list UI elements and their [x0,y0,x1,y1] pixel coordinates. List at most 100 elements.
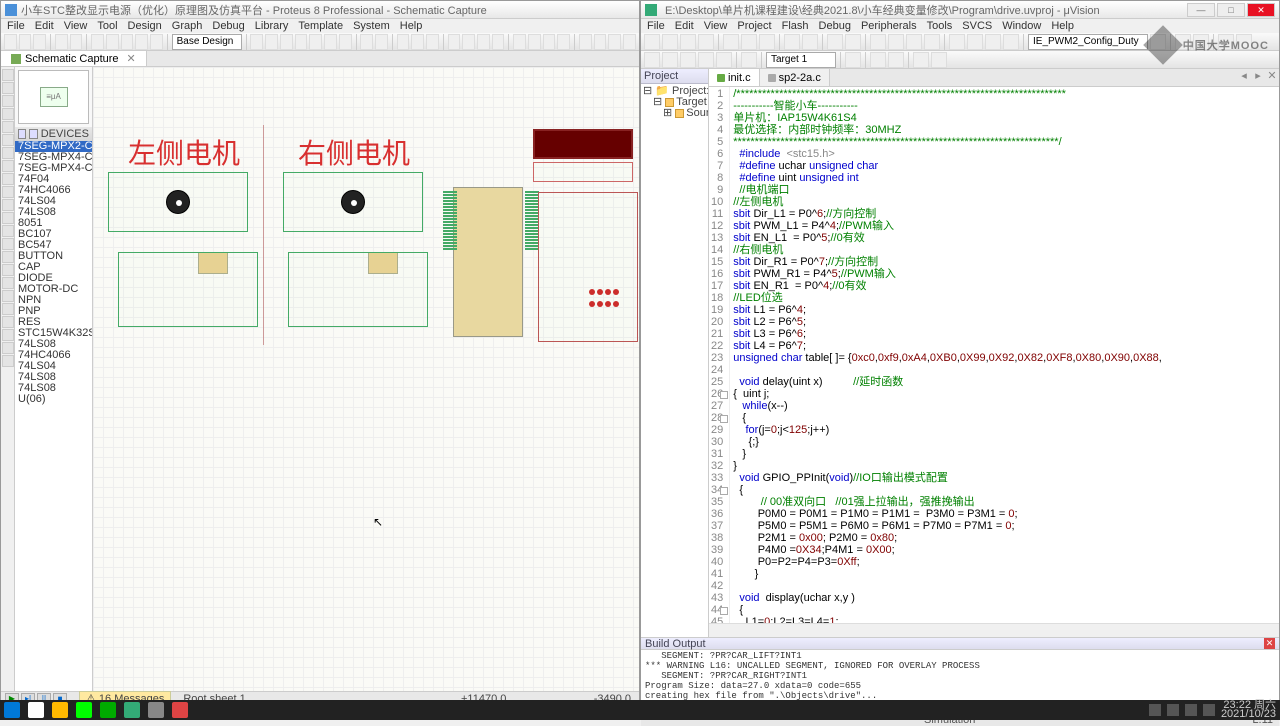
menu-graph[interactable]: Graph [172,20,203,32]
keil-toolbar-1[interactable]: IE_PWM2_Config_Duty [641,33,1279,51]
library-icon[interactable] [29,129,37,139]
cut-icon[interactable] [397,34,410,50]
tray-chevron-icon[interactable] [1149,704,1161,716]
indent-icon[interactable] [949,34,965,50]
tray-volume-icon[interactable] [1167,704,1179,716]
maximize-button[interactable]: □ [1217,3,1245,17]
terminal-mode-icon[interactable] [2,160,14,172]
left-motor-schematic[interactable] [108,172,248,232]
package-icon[interactable] [543,34,556,50]
build-icon[interactable] [644,52,660,68]
bookmark-next-icon[interactable] [906,34,922,50]
open-icon[interactable] [19,34,32,50]
grid-icon[interactable] [250,34,263,50]
manage-icon[interactable] [870,52,886,68]
menu-project[interactable]: Project [737,20,771,32]
cut-icon[interactable] [723,34,739,50]
bookmark-icon[interactable] [870,34,886,50]
menu-edit[interactable]: Edit [675,20,694,32]
menu-debug[interactable]: Debug [819,20,851,32]
graph-mode-icon[interactable] [2,186,14,198]
save-icon[interactable] [33,34,46,50]
tab-scroll-right-icon[interactable]: ▸ [1251,69,1265,86]
redo-icon[interactable] [802,34,818,50]
target-dropdown[interactable]: Target 1 [766,52,836,68]
pin-mode-icon[interactable] [2,173,14,185]
zoom-out-icon[interactable] [309,34,322,50]
uncomment-icon[interactable] [1003,34,1019,50]
decompose-icon[interactable] [557,34,570,50]
devices-list[interactable]: 7SEG-MPX2-CA7SEG-MPX4-CA7SEG-MPX4-CA74F0… [15,141,92,691]
erc-icon[interactable] [594,34,607,50]
paste-icon[interactable] [759,34,775,50]
stop-build-icon[interactable] [716,52,732,68]
nav-fwd-icon[interactable] [845,34,861,50]
menu-file[interactable]: File [7,20,25,32]
wechat-icon[interactable] [76,702,92,718]
bookmark-clear-icon[interactable] [924,34,940,50]
tray-ime-icon[interactable] [1203,704,1215,716]
proteus-mode-toolbar[interactable] [1,67,15,691]
probe-i-icon[interactable] [2,238,14,250]
menu-edit[interactable]: Edit [35,20,54,32]
pack-icon[interactable] [913,52,929,68]
open-icon[interactable] [662,34,678,50]
menu-tool[interactable]: Tool [97,20,117,32]
save-icon[interactable] [680,34,696,50]
close-panel-icon[interactable]: ✕ [1264,638,1275,649]
proteus-menubar[interactable]: FileEditViewToolDesignGraphDebugLibraryT… [1,19,639,33]
proteus-titlebar[interactable]: 小车STC整改显示电源（优化）原理图及仿真平台 - Proteus 8 Prof… [1,1,639,19]
junction-mode-icon[interactable] [2,95,14,107]
bookmark-prev-icon[interactable] [888,34,904,50]
zoom-in-icon[interactable] [295,34,308,50]
app-icon[interactable] [100,702,116,718]
tab-schematic[interactable]: Schematic Capture ✕ [1,51,147,66]
schematic-canvas[interactable]: 左侧电机 右侧电机 [93,67,639,691]
keil-taskbar-icon[interactable] [124,702,140,718]
symbol-2d-icon[interactable] [2,342,14,354]
mcu-schematic[interactable] [453,187,523,337]
search-icon[interactable] [28,702,44,718]
keil-titlebar[interactable]: E:\Desktop\单片机课程建设\经典2021.8\小车经典变量修改\Pro… [641,1,1279,19]
config-wizard-icon[interactable] [1236,34,1252,50]
rebuild-icon[interactable] [662,52,678,68]
arc-2d-icon[interactable] [2,303,14,315]
p3d-icon[interactable] [121,34,134,50]
build-output-header[interactable]: Build Output ✕ [641,637,1279,650]
app-icon[interactable] [148,702,164,718]
minimize-button[interactable]: — [1187,3,1215,17]
editor-tab[interactable]: sp2-2a.c [760,69,830,86]
label-mode-icon[interactable] [2,108,14,120]
design-dropdown[interactable]: Base Design [172,34,242,50]
build-all-icon[interactable] [680,52,696,68]
copy-icon[interactable] [741,34,757,50]
menu-view[interactable]: View [704,20,728,32]
window-icon[interactable] [1218,34,1234,50]
menu-debug[interactable]: Debug [212,20,244,32]
instrument-icon[interactable] [2,251,14,263]
gerber-icon[interactable] [135,34,148,50]
tab-scroll-left-icon[interactable]: ◂ [1237,69,1251,86]
outdent-icon[interactable] [967,34,983,50]
batch-build-icon[interactable] [698,52,714,68]
path-2d-icon[interactable] [2,316,14,328]
project-tree[interactable]: ⊟ 📁 Project: d ⊟ Target ⊞ Sourc [641,84,708,121]
zoom-area-icon[interactable] [70,34,83,50]
zoom-all-icon[interactable] [324,34,337,50]
editor-tab[interactable]: init.c [709,69,760,86]
home-icon[interactable] [4,34,17,50]
marker-2d-icon[interactable] [2,355,14,367]
proteus-toolbar-1[interactable]: Base Design [1,33,639,51]
recorder-icon[interactable] [172,702,188,718]
breakpoint-icon[interactable] [1193,34,1209,50]
start-button-icon[interactable] [4,702,20,718]
tree-group[interactable]: ⊞ Sourc [643,108,706,119]
code-editor[interactable]: 1234567891011121314151617181920212223242… [709,87,1279,623]
menu-design[interactable]: Design [128,20,162,32]
new-icon[interactable] [644,34,660,50]
copy-icon[interactable] [411,34,424,50]
line-2d-icon[interactable] [2,264,14,276]
find-icon[interactable] [1150,34,1166,50]
system-tray[interactable]: 23:22 周六 2021/10/23 [1149,701,1276,719]
text-mode-icon[interactable] [2,121,14,133]
